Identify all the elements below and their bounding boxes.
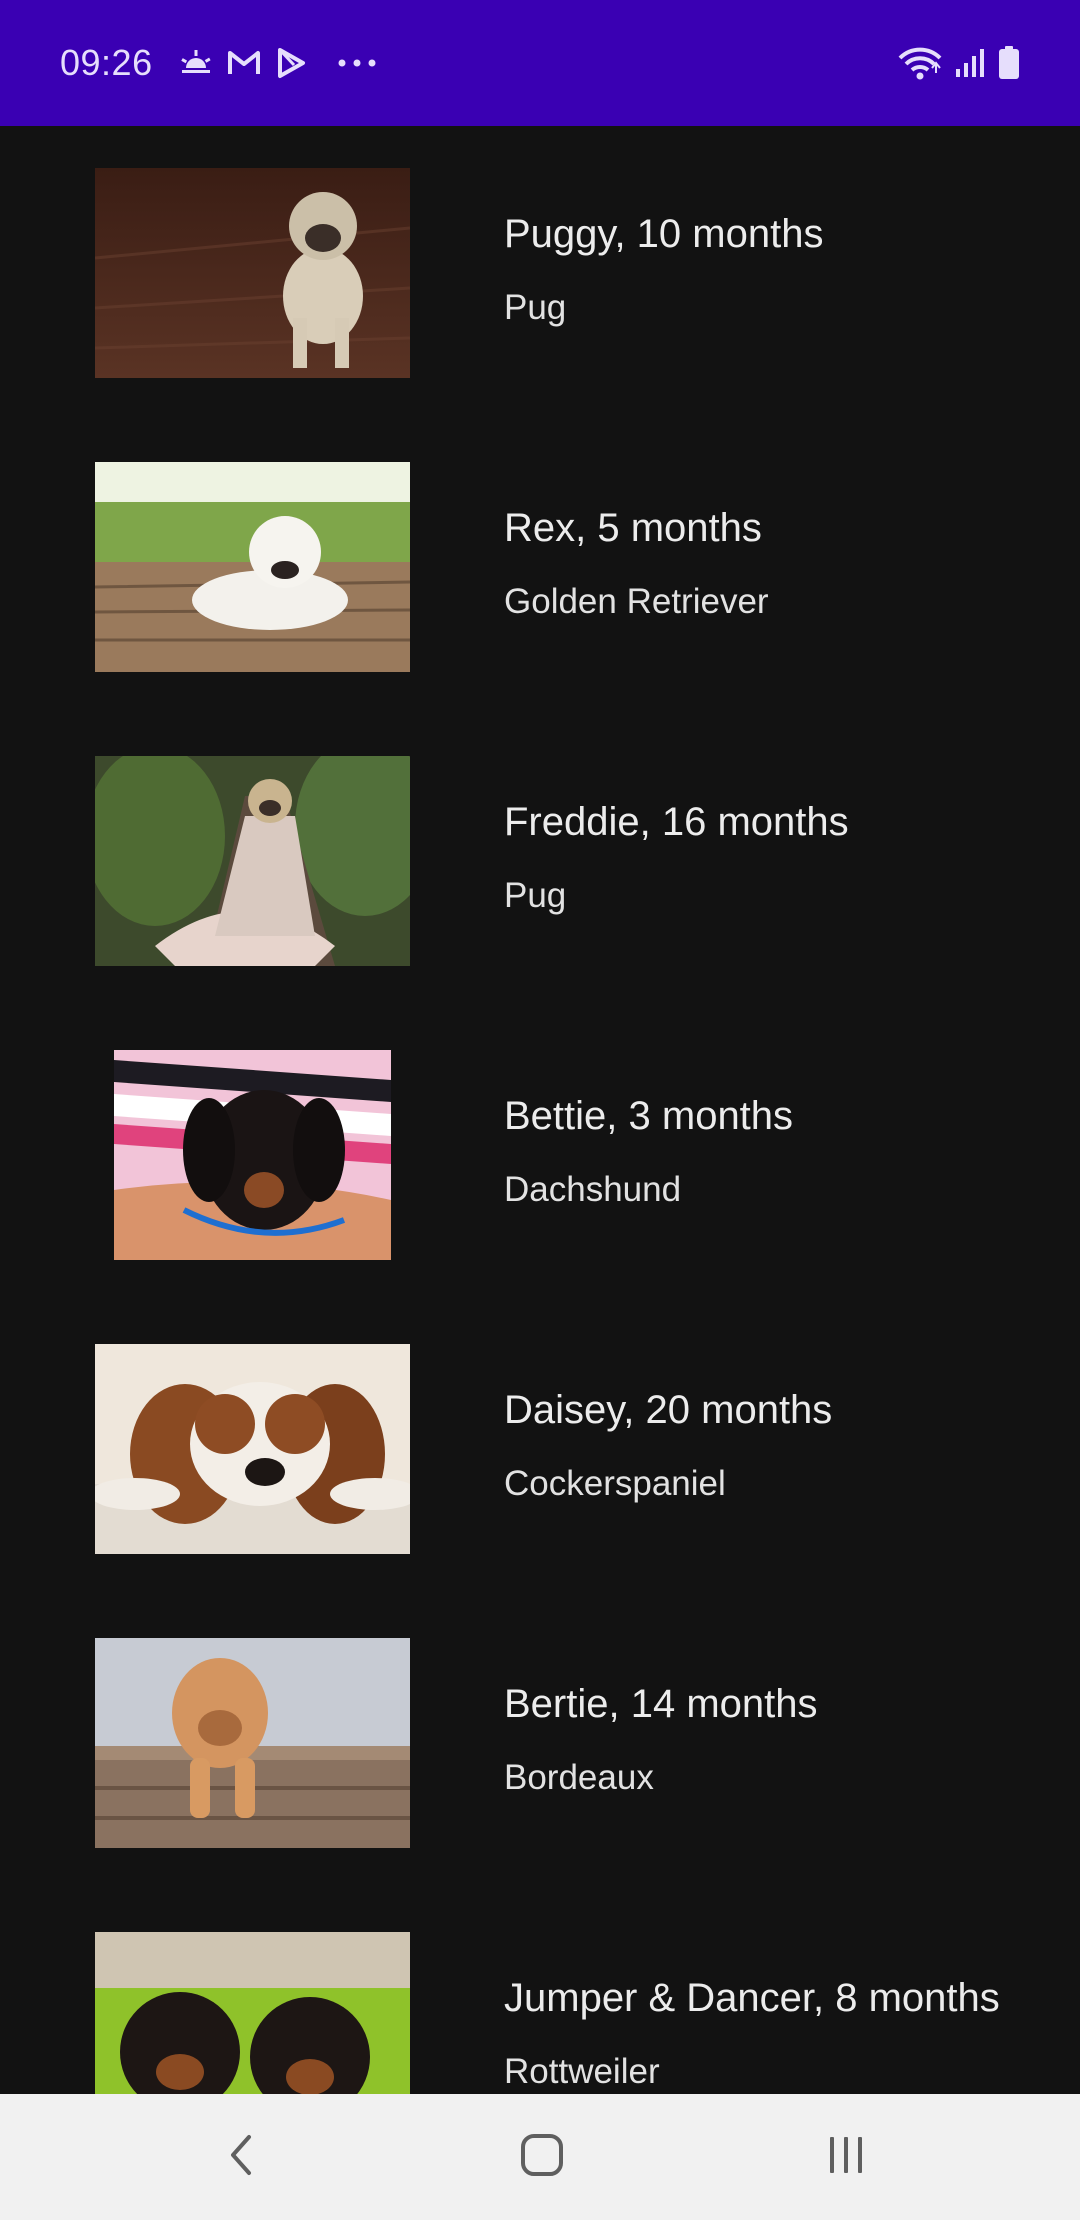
dog-list[interactable]: Puggy, 10 months Pug Rex, 5 months Golde…	[0, 126, 1080, 2094]
dog-list-item[interactable]: Rex, 5 months Golden Retriever	[0, 420, 1080, 714]
recents-button[interactable]	[806, 2124, 886, 2190]
dog-list-item[interactable]: Daisey, 20 months Cockerspaniel	[0, 1302, 1080, 1596]
signal-icon	[954, 47, 986, 79]
dog-name-age: Jumper & Dancer, 8 months	[504, 1976, 1000, 2020]
status-bar: 09:26	[0, 0, 1080, 126]
dog-breed: Bordeaux	[504, 1758, 654, 1797]
back-button[interactable]	[200, 2124, 280, 2190]
dog-photo	[95, 1344, 410, 1554]
home-icon	[520, 2133, 564, 2182]
dog-list-item[interactable]: Bettie, 3 months Dachshund	[0, 1008, 1080, 1302]
dog-breed: Golden Retriever	[504, 582, 769, 621]
navigation-bar	[0, 2094, 1080, 2220]
dog-breed: Cockerspaniel	[504, 1464, 726, 1503]
dog-list-item[interactable]: Puggy, 10 months Pug	[0, 126, 1080, 420]
dog-name-age: Daisey, 20 months	[504, 1388, 833, 1432]
home-button[interactable]	[502, 2124, 582, 2190]
recents-icon	[824, 2133, 868, 2182]
dog-list-item[interactable]: Freddie, 16 months Pug	[0, 714, 1080, 1008]
dog-name-age: Bertie, 14 months	[504, 1682, 818, 1726]
gmail-icon	[227, 49, 261, 77]
dog-breed: Pug	[504, 288, 567, 327]
battery-icon	[998, 46, 1020, 80]
dog-name-age: Bettie, 3 months	[504, 1094, 794, 1138]
dog-photo	[95, 756, 410, 966]
system-icons	[898, 46, 1020, 80]
dog-name-age: Puggy, 10 months	[504, 212, 824, 256]
status-time: 09:26	[60, 42, 153, 83]
notification-icons	[179, 47, 377, 79]
dog-breed: Pug	[504, 876, 567, 915]
dog-list-item[interactable]: Jumper & Dancer, 8 months Rottweiler	[0, 1890, 1080, 2094]
dog-name-age: Freddie, 16 months	[504, 800, 849, 844]
dog-photo	[114, 1050, 391, 1260]
wifi-icon	[898, 46, 942, 80]
back-icon	[225, 2133, 255, 2182]
app-screen: 09:26 Puggy, 10 months Pug Rex, 5 months…	[0, 0, 1080, 2220]
dog-name-age: Rex, 5 months	[504, 506, 762, 550]
more-dots-icon	[337, 58, 377, 68]
weather-sunrise-icon	[179, 48, 213, 78]
dog-breed: Rottweiler	[504, 2052, 660, 2091]
dog-photo	[95, 1932, 410, 2094]
dog-photo	[95, 1638, 410, 1848]
dog-list-item[interactable]: Bertie, 14 months Bordeaux	[0, 1596, 1080, 1890]
dog-breed: Dachshund	[504, 1170, 682, 1209]
dog-photo	[95, 168, 410, 378]
play-store-icon	[275, 47, 307, 79]
dog-photo	[95, 462, 410, 672]
